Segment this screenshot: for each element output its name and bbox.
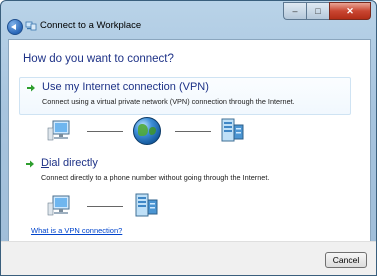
option-use-internet-vpn[interactable]: Use my Internet connection (VPN) Connect… [19,77,351,115]
connection-line [87,206,123,207]
close-button[interactable]: ✕ [329,2,371,20]
computer-icon [47,120,70,141]
window-controls: – □ ✕ [283,2,371,20]
vpn-help-link[interactable]: What is a VPN connection? [31,226,122,235]
option-description: Connect using a virtual private network … [42,97,295,106]
title-bar: Connect to a Workplace – □ ✕ [1,1,376,39]
page-heading: How do you want to connect? [23,53,174,65]
wizard-content: How do you want to connect? Use my Inter… [8,39,371,242]
connection-line [175,131,211,132]
footer-bar [1,241,376,275]
network-icon [25,21,37,31]
option-dial-directly[interactable]: Dial directly Connect directly to a phon… [19,154,349,190]
globe-icon [133,117,161,145]
maximize-button[interactable]: □ [306,2,329,20]
option-description: Connect directly to a phone number witho… [41,173,270,182]
server-icon [135,193,158,217]
cancel-button[interactable]: Cancel [325,252,367,268]
window-title: Connect to a Workplace [40,20,142,31]
wizard-window: Connect to a Workplace – □ ✕ How do you … [0,0,377,276]
green-arrow-icon [26,160,34,168]
server-icon [221,118,244,142]
minimize-button[interactable]: – [283,2,306,20]
connection-line [87,131,123,132]
back-arrow-icon[interactable] [7,19,23,35]
computer-icon [47,195,70,216]
option-title: Use my Internet connection (VPN) [42,81,209,93]
green-arrow-icon [27,84,35,92]
option-title: Dial directly [41,157,98,169]
